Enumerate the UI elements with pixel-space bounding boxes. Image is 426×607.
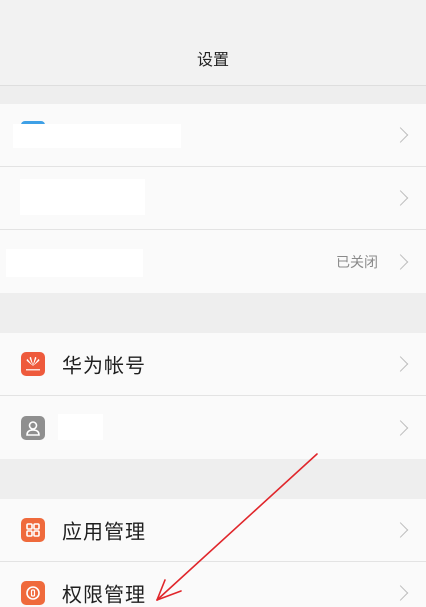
settings-row-3[interactable]: 已关闭 [0, 230, 426, 293]
chevron-right-icon [392, 585, 409, 601]
redacted-area [6, 249, 143, 277]
settings-row-1[interactable] [0, 104, 426, 167]
chevron-right-icon [392, 522, 409, 538]
row-label: 华为帐号 [62, 353, 146, 378]
chevron-right-icon [392, 419, 409, 436]
top-bar: 设置 [0, 0, 426, 86]
shield-icon [21, 581, 45, 605]
row-label: 应用管理 [62, 519, 146, 544]
section-gap [0, 86, 426, 104]
page-title: 设置 [196, 50, 229, 69]
section-gap [0, 293, 426, 333]
redacted-area [58, 414, 103, 440]
redacted-area [20, 179, 145, 215]
row-label: 权限管理 [62, 582, 146, 607]
chevron-right-icon [392, 253, 409, 270]
redacted-area [13, 124, 181, 148]
settings-row-permission-management[interactable]: 权限管理 [0, 562, 426, 607]
person-icon [21, 415, 45, 440]
chevron-right-icon [392, 127, 409, 143]
status-value: 已关闭 [336, 254, 378, 271]
settings-row-contacts[interactable] [0, 396, 426, 459]
chevron-right-icon [392, 190, 409, 206]
grid-icon [21, 518, 45, 542]
settings-row-app-management[interactable]: 应用管理 [0, 499, 426, 562]
settings-row-huawei-account[interactable]: 华为帐号 [0, 333, 426, 396]
settings-row-2[interactable] [0, 167, 426, 230]
section-gap [0, 459, 426, 499]
huawei-logo-icon [21, 352, 45, 376]
chevron-right-icon [392, 356, 409, 372]
